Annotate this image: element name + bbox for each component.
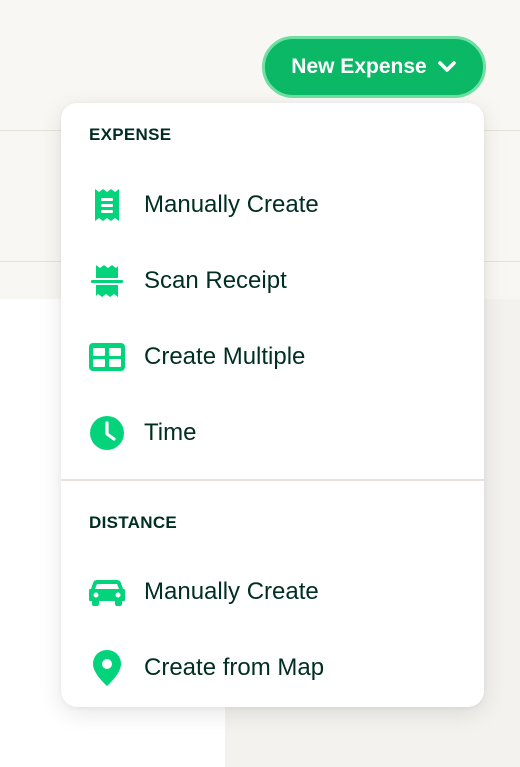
scan-receipt-icon [88,262,126,300]
menu-item-label: Manually Create [144,191,319,218]
menu-item-label: Scan Receipt [144,267,287,294]
menu-item-create-multiple[interactable]: Create Multiple [61,327,484,387]
section-divider [61,479,484,481]
menu-item-label: Time [144,419,197,446]
menu-item-distance-manually-create[interactable]: Manually Create [61,562,484,622]
menu-item-label: Create Multiple [144,343,306,370]
menu-item-create-from-map[interactable]: Create from Map [61,638,484,698]
chevron-down-icon [437,60,457,74]
new-expense-button[interactable]: New Expense [262,36,486,98]
menu-item-label: Create from Map [144,654,325,681]
table-icon [88,338,126,376]
menu-item-time[interactable]: Time [61,403,484,463]
menu-item-expense-manually-create[interactable]: Manually Create [61,175,484,235]
clock-icon [88,414,126,452]
car-icon [88,573,126,611]
receipt-icon [88,186,126,224]
menu-item-label: Manually Create [144,578,319,605]
map-pin-icon [88,649,126,687]
new-expense-menu: EXPENSE Manually Create Scan Receipt Cre… [61,103,484,707]
section-header-expense: EXPENSE [89,125,172,144]
menu-item-scan-receipt[interactable]: Scan Receipt [61,251,484,311]
new-expense-button-label: New Expense [291,55,427,78]
section-header-distance: DISTANCE [89,513,178,532]
